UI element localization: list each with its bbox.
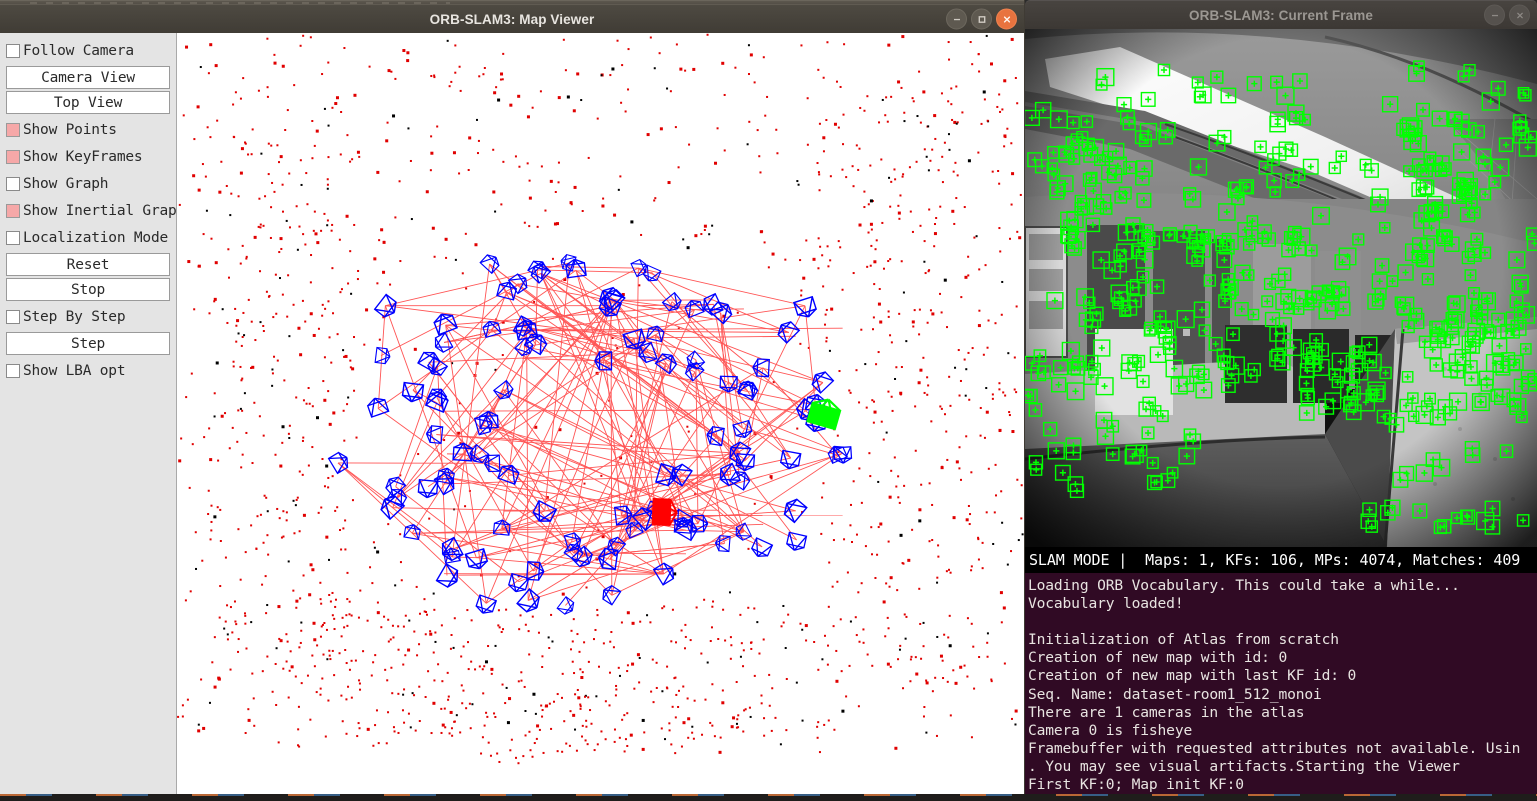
checkbox-step-by-step[interactable]: Step By Step	[0, 303, 176, 330]
terminal-line: There are 1 cameras in the atlas	[1028, 703, 1305, 721]
map-viewer-window-buttons	[946, 8, 1017, 30]
checkbox-icon[interactable]	[6, 363, 20, 378]
button-camera-view[interactable]: Camera View	[6, 66, 170, 89]
camera-frame-render	[1025, 29, 1537, 547]
camera-frame-image[interactable]	[1025, 29, 1537, 547]
checkbox-follow-camera[interactable]: Follow Camera	[0, 37, 176, 64]
checkbox-label: Step By Step	[23, 308, 126, 325]
checkbox-show-keyframes[interactable]: Show KeyFrames	[0, 143, 176, 170]
current-frame-title: ORB-SLAM3: Current Frame	[1189, 7, 1373, 23]
close-icon[interactable]	[996, 8, 1017, 30]
checkbox-icon[interactable]	[6, 122, 20, 137]
checkbox-label: Show Inertial Graph	[23, 202, 177, 219]
minimize-icon[interactable]	[946, 8, 967, 30]
terminal-line: Framebuffer with requested attributes no…	[1028, 739, 1521, 757]
checkbox-icon[interactable]	[6, 149, 20, 164]
button-step[interactable]: Step	[6, 332, 170, 355]
map-point-cloud-canvas[interactable]	[177, 33, 1024, 798]
map-viewer-window: ORB-SLAM3: Map Viewer Follow Camera Came…	[0, 4, 1024, 798]
checkbox-label: Show LBA opt	[23, 362, 126, 379]
map-render	[177, 33, 1024, 798]
button-reset[interactable]: Reset	[6, 253, 170, 276]
checkbox-label: Show KeyFrames	[23, 148, 143, 165]
button-top-view[interactable]: Top View	[6, 91, 170, 114]
terminal-line: Camera 0 is fisheye	[1028, 721, 1193, 739]
checkbox-label: Show Points	[23, 121, 117, 138]
checkbox-show-lba-opt[interactable]: Show LBA opt	[0, 357, 176, 384]
checkbox-label: Follow Camera	[23, 42, 134, 59]
terminal-line: Seq. Name: dataset-room1_512_monoi	[1028, 685, 1322, 703]
checkbox-icon[interactable]	[6, 43, 20, 58]
map-viewer-title: ORB-SLAM3: Map Viewer	[429, 11, 595, 27]
map-viewer-body: Follow Camera Camera View Top View Show …	[0, 33, 1024, 798]
taskbar-items	[0, 794, 1537, 796]
current-frame-window: ORB-SLAM3: Current Frame SLAM MODE | Map…	[1025, 0, 1537, 801]
map-viewer-control-panel: Follow Camera Camera View Top View Show …	[0, 33, 177, 798]
terminal-line: First KF:0; Map init KF:0	[1028, 776, 1244, 794]
checkbox-show-graph[interactable]: Show Graph	[0, 170, 176, 197]
checkbox-icon[interactable]	[6, 203, 20, 218]
terminal-output[interactable]: Loading ORB Vocabulary. This could take …	[1025, 573, 1537, 801]
checkbox-localization-mode[interactable]: Localization Mode	[0, 224, 176, 251]
terminal-line: . You may see visual artifacts.Starting …	[1028, 757, 1460, 775]
slam-status-bar: SLAM MODE | Maps: 1, KFs: 106, MPs: 4074…	[1025, 547, 1537, 573]
terminal-line: Loading ORB Vocabulary. This could take …	[1028, 577, 1460, 594]
slam-status-text: SLAM MODE | Maps: 1, KFs: 106, MPs: 4074…	[1029, 551, 1521, 569]
terminal-line: Vocabulary loaded!	[1028, 595, 1184, 613]
checkbox-label: Show Graph	[23, 175, 109, 192]
checkbox-icon[interactable]	[6, 230, 20, 245]
system-taskbar[interactable]	[0, 794, 1537, 801]
terminal-line: Creation of new map with id: 0	[1028, 649, 1288, 667]
terminal-line: Creation of new map with last KF id: 0	[1028, 667, 1357, 685]
checkbox-show-inertial-graph[interactable]: Show Inertial Graph	[0, 197, 176, 224]
checkbox-label: Localization Mode	[23, 229, 169, 246]
current-frame-window-buttons	[1484, 4, 1530, 26]
checkbox-show-points[interactable]: Show Points	[0, 116, 176, 143]
checkbox-icon[interactable]	[6, 309, 20, 324]
maximize-icon[interactable]	[971, 8, 992, 30]
close-icon[interactable]	[1509, 4, 1530, 26]
button-stop[interactable]: Stop	[6, 278, 170, 301]
map-viewer-titlebar[interactable]: ORB-SLAM3: Map Viewer	[0, 4, 1024, 33]
terminal-line: Initialization of Atlas from scratch	[1028, 631, 1339, 649]
desktop: ORB-SLAM3: Map Viewer Follow Camera Came…	[0, 0, 1537, 801]
checkbox-icon[interactable]	[6, 176, 20, 191]
minimize-icon[interactable]	[1484, 4, 1505, 26]
current-frame-titlebar[interactable]: ORB-SLAM3: Current Frame	[1025, 0, 1537, 29]
